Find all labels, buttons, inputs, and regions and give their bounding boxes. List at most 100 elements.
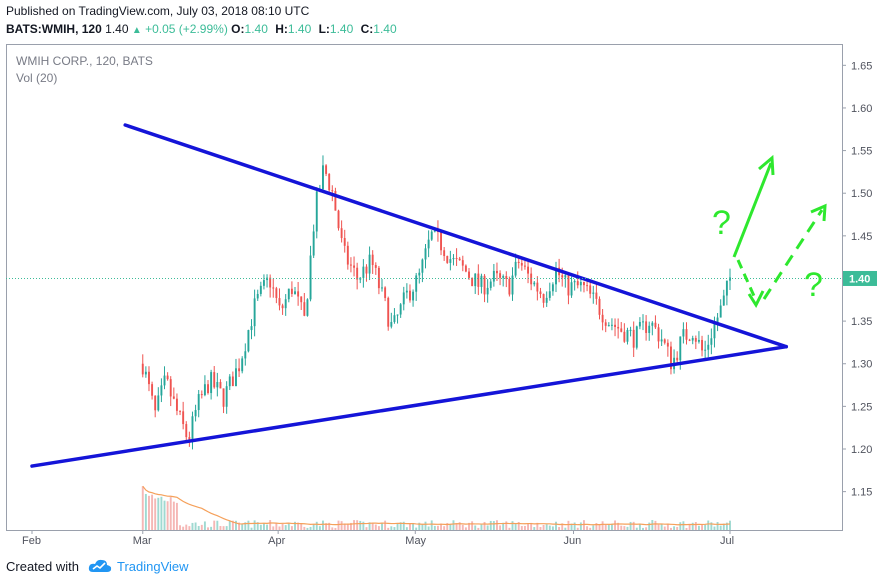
time-tick-label: Jul [720, 535, 734, 547]
volume-bar [635, 527, 638, 530]
volume-bar [387, 527, 390, 530]
volume-bar [424, 521, 427, 530]
candle-body [312, 231, 315, 256]
volume-bar [676, 526, 679, 530]
volume-bar [443, 526, 446, 530]
volume-bar [179, 525, 182, 530]
candle-body [356, 267, 359, 280]
price-tick-label: 1.35 [851, 316, 872, 328]
volume-bar [614, 520, 616, 530]
candle-body [384, 287, 387, 298]
volume-bar [188, 526, 191, 530]
candle-body [464, 265, 467, 272]
candle-body [452, 258, 455, 260]
volume-bar [228, 520, 231, 530]
volume-bar [492, 521, 495, 530]
volume-bar [210, 526, 213, 530]
volume-bar [166, 501, 169, 530]
candle-body [722, 295, 725, 306]
volume-bar [685, 527, 688, 530]
candle-body [169, 379, 172, 397]
volume-bar [704, 524, 707, 530]
symbol-label: BATS:WMIH, 120 [6, 22, 102, 36]
tradingview-link[interactable]: TradingView [117, 559, 189, 574]
open-value: 1.40 [244, 22, 268, 36]
volume-bar [284, 525, 287, 530]
last-price-badge: 1.40 [843, 270, 877, 286]
volume-bar [632, 521, 635, 530]
candle-body [691, 338, 694, 341]
volume-bar [496, 520, 498, 530]
candle-body [468, 271, 470, 278]
volume-bar [353, 520, 356, 530]
volume-bar [601, 521, 604, 530]
candle-body [399, 304, 402, 315]
candle-body [449, 259, 452, 263]
volume-bar [433, 525, 436, 530]
candle-body [172, 396, 175, 399]
candle-body [368, 254, 371, 274]
candle-body [539, 291, 542, 295]
volume-bar [586, 526, 589, 530]
volume-bar [405, 527, 408, 530]
volume-bar [225, 526, 228, 530]
volume-bar [259, 524, 262, 530]
candle-body [216, 381, 219, 388]
volume-bar [315, 521, 318, 530]
high-label: H: [275, 22, 288, 36]
volume-bar [365, 527, 368, 530]
candle-body [676, 357, 679, 361]
footer: Created with TradingView [0, 554, 884, 583]
open-label: O: [231, 22, 245, 36]
volume-bar [356, 520, 359, 530]
volume-bar [384, 520, 387, 530]
candle-body [182, 411, 185, 425]
candle-body [679, 336, 682, 361]
candle-body [725, 280, 728, 296]
candle-body [455, 258, 458, 260]
candle-body [191, 416, 194, 441]
candle-body [287, 288, 290, 300]
volume-bar [219, 526, 222, 530]
candle-body [362, 266, 365, 278]
volume-bar [533, 527, 536, 530]
candle-body [141, 363, 144, 375]
volume-bar [642, 527, 644, 530]
volume-bar [514, 523, 517, 530]
volume-bar [141, 486, 144, 530]
time-tick-label: Jun [564, 535, 582, 547]
candle-body [207, 384, 209, 394]
volume-bar [334, 527, 337, 530]
candle-body [561, 275, 564, 278]
volume-bar [281, 523, 284, 530]
candle-body [306, 299, 309, 316]
candle-body [262, 280, 265, 286]
candle-body [175, 398, 178, 411]
candle-body [371, 254, 374, 266]
last-price: 1.40 [105, 22, 129, 36]
candle-body [499, 273, 502, 278]
candle-body [551, 284, 554, 292]
candle-body [244, 351, 247, 359]
candle-body [648, 325, 651, 333]
published-line: Published on TradingView.com, July 03, 2… [6, 4, 310, 18]
volume-bar [620, 525, 623, 530]
price-tick-label: 1.55 [851, 146, 872, 158]
volume-bar [303, 526, 306, 530]
candle-body [231, 376, 234, 387]
candle-body [598, 298, 601, 315]
candle-body [713, 323, 716, 339]
time-tick-label: Apr [268, 535, 285, 547]
price-tick-label: 1.50 [851, 188, 872, 200]
volume-bar [719, 525, 722, 530]
volume-bar [346, 524, 349, 530]
candle-body [405, 290, 408, 293]
volume-bar [275, 523, 278, 530]
price-chart[interactable]: 1.15 1.20 1.25 1.30 1.35 1.40 1.45 1.50 1.55 1.60… [6, 44, 878, 554]
plot-area [6, 44, 843, 531]
volume-bar [374, 524, 377, 530]
candle-body [657, 327, 660, 342]
created-with-text: Created with [6, 559, 79, 574]
candle-body [617, 326, 620, 329]
low-value: 1.40 [329, 22, 354, 36]
